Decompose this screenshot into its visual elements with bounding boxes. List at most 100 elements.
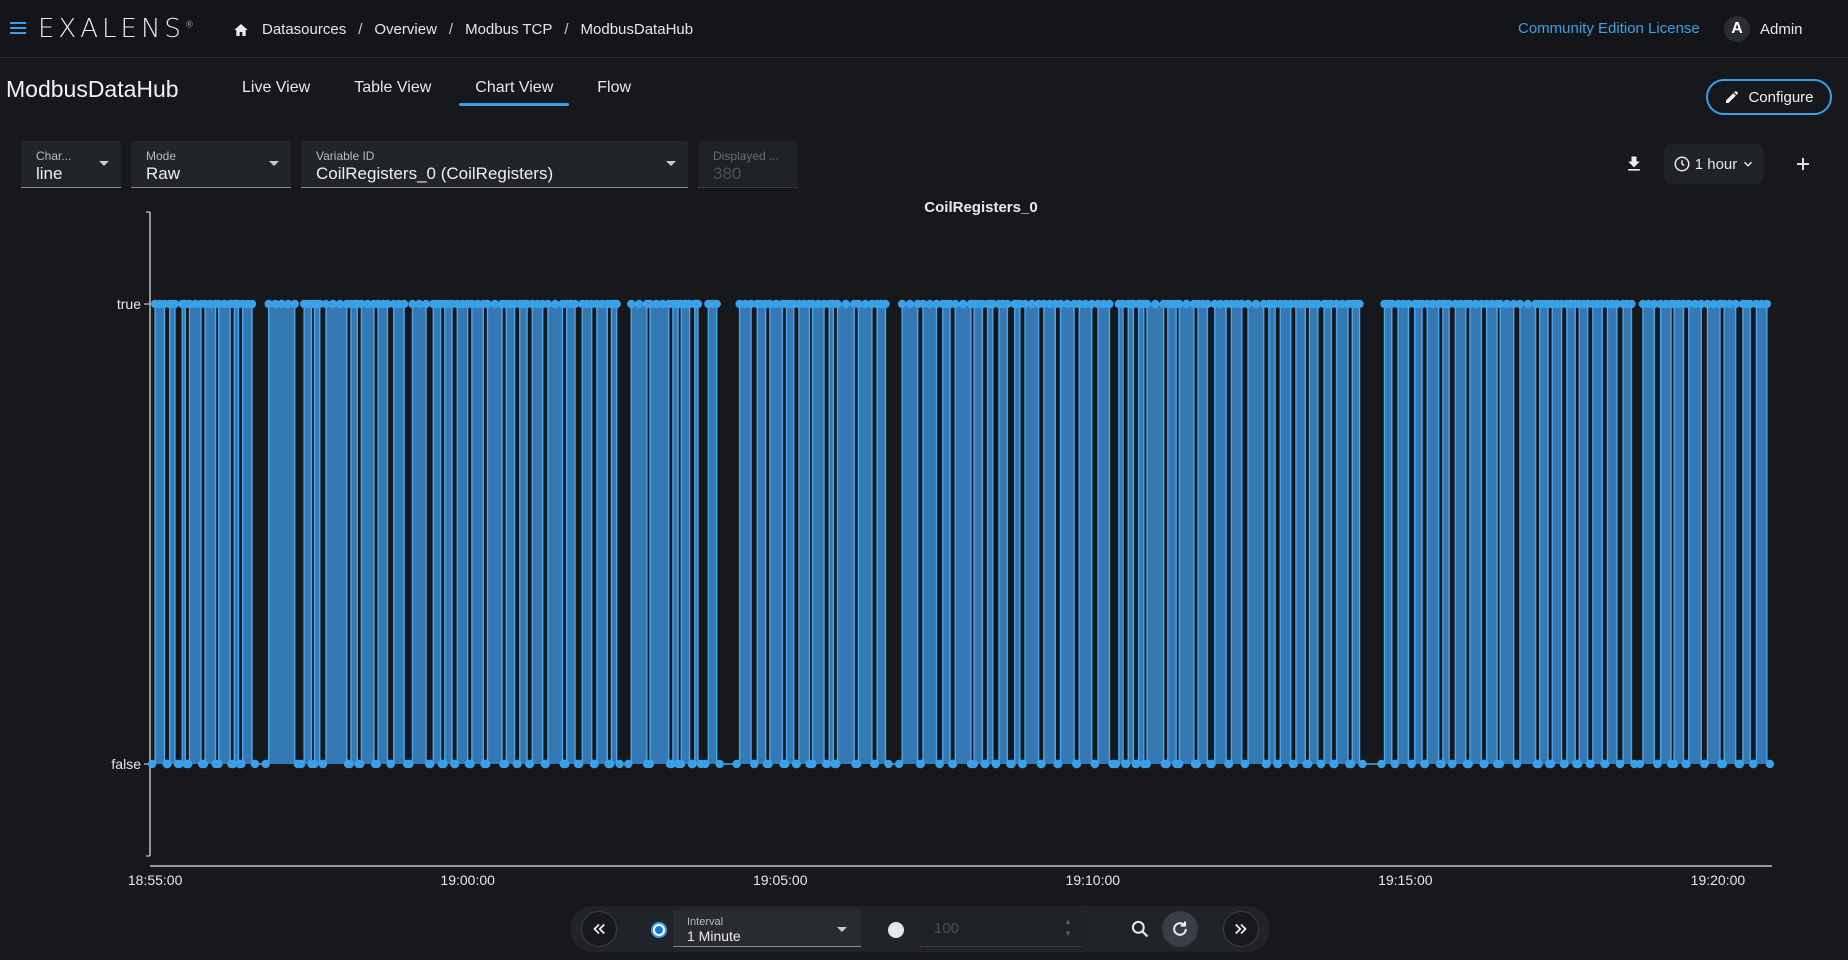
- data-point: [480, 759, 489, 769]
- true-segment: [739, 304, 752, 764]
- data-point: [1615, 759, 1625, 769]
- true-segment: [1566, 304, 1576, 764]
- data-point: [354, 759, 363, 769]
- data-point: [634, 299, 644, 309]
- caret-down-icon: [666, 161, 676, 166]
- chart-area: CoilRegisters_0 false true 18:55:00 19:00:00…: [0, 196, 1848, 900]
- caret-down-icon: [837, 927, 847, 932]
- mode-select[interactable]: Mode Raw: [131, 141, 291, 188]
- data-point: [642, 759, 652, 769]
- data-point: [147, 759, 157, 769]
- data-point: [1666, 759, 1676, 769]
- caret-down-icon: [99, 161, 109, 166]
- data-point: [687, 759, 697, 769]
- variable-id-select[interactable]: Variable ID CoilRegisters_0 (CoilRegiste…: [301, 141, 688, 188]
- data-point: [1762, 299, 1772, 309]
- interval-radio[interactable]: [651, 922, 667, 938]
- breadcrumb-overview[interactable]: Overview: [374, 21, 437, 38]
- true-segment: [1098, 304, 1110, 764]
- data-point: [162, 759, 171, 769]
- count-radio[interactable]: [888, 922, 904, 938]
- data-point: [1003, 299, 1012, 309]
- tab-table-view[interactable]: Table View: [338, 70, 447, 106]
- true-segment: [1607, 304, 1617, 764]
- true-segment: [1043, 304, 1056, 764]
- search-button[interactable]: [1122, 911, 1158, 947]
- data-point: [589, 759, 599, 769]
- x-tick-label: 19:05:00: [753, 872, 808, 888]
- breadcrumb-modbus-tcp[interactable]: Modbus TCP: [465, 21, 552, 38]
- chart-type-select[interactable]: Char... line: [21, 141, 121, 188]
- download-icon: [1628, 156, 1640, 171]
- breadcrumb-datasources[interactable]: Datasources: [262, 21, 346, 38]
- data-point: [1203, 299, 1212, 309]
- data-point: [915, 759, 925, 769]
- true-segment: [268, 304, 295, 764]
- data-point: [1585, 759, 1595, 769]
- home-icon[interactable]: [232, 22, 250, 38]
- true-segment: [1674, 304, 1684, 764]
- menu-icon[interactable]: [10, 22, 26, 34]
- next-page-button[interactable]: [1223, 911, 1259, 947]
- data-point: [1435, 759, 1445, 769]
- data-point: [490, 299, 499, 309]
- data-point: [715, 759, 724, 769]
- variable-id-value: CoilRegisters_0 (CoilRegisters): [316, 164, 554, 183]
- true-segment: [361, 304, 374, 764]
- user-menu[interactable]: A Admin: [1724, 16, 1803, 42]
- data-point: [370, 759, 380, 769]
- data-point: [674, 759, 683, 769]
- data-point: [261, 759, 270, 769]
- tab-chart-view[interactable]: Chart View: [459, 70, 570, 106]
- data-point: [421, 299, 431, 309]
- true-segment: [1414, 304, 1423, 764]
- true-segment: [471, 304, 484, 764]
- data-point: [1515, 299, 1525, 309]
- true-segment: [708, 304, 717, 764]
- interval-label: Interval: [687, 916, 724, 928]
- download-button[interactable]: [1614, 144, 1654, 184]
- data-point: [935, 759, 944, 769]
- tab-flow[interactable]: Flow: [581, 70, 647, 106]
- true-segment: [1198, 304, 1208, 764]
- true-segment: [350, 304, 358, 764]
- data-point: [1017, 759, 1027, 769]
- refresh-button[interactable]: [1162, 911, 1198, 947]
- data-point: [1559, 759, 1569, 769]
- data-point: [1182, 299, 1191, 309]
- previous-page-button[interactable]: [581, 911, 617, 947]
- count-value: 100: [934, 920, 960, 937]
- true-segment: [1642, 304, 1655, 764]
- data-point: [830, 759, 839, 769]
- interval-select[interactable]: Interval 1 Minute: [673, 910, 861, 947]
- x-tick-label: 19:00:00: [440, 872, 495, 888]
- true-segment: [1398, 304, 1409, 764]
- data-point: [570, 299, 580, 309]
- data-point: [884, 759, 893, 769]
- true-segment: [757, 304, 766, 764]
- data-point: [437, 759, 446, 769]
- true-segment: [1268, 304, 1276, 764]
- data-point: [1207, 759, 1216, 769]
- data-point: [1492, 759, 1502, 769]
- data-point: [612, 299, 621, 309]
- x-tick-label: 19:20:00: [1691, 872, 1746, 888]
- tab-live-view[interactable]: Live View: [226, 70, 326, 106]
- configure-button[interactable]: Configure: [1706, 79, 1832, 115]
- add-button[interactable]: [1783, 144, 1823, 184]
- true-segment: [189, 304, 201, 764]
- data-point: [1358, 759, 1367, 769]
- data-point: [1700, 759, 1709, 769]
- data-point: [307, 759, 316, 769]
- true-segment: [378, 304, 388, 764]
- true-segment: [1707, 304, 1720, 764]
- data-point: [1731, 299, 1740, 309]
- time-range-select[interactable]: 1 hour: [1664, 144, 1764, 184]
- displayed-count-field: Displayed ... 380: [698, 141, 798, 188]
- data-point: [1105, 299, 1114, 309]
- true-segment: [1146, 304, 1164, 764]
- license-link[interactable]: Community Edition License: [1518, 20, 1700, 37]
- data-point: [732, 759, 741, 769]
- data-point: [833, 299, 842, 309]
- true-segment: [1025, 304, 1039, 764]
